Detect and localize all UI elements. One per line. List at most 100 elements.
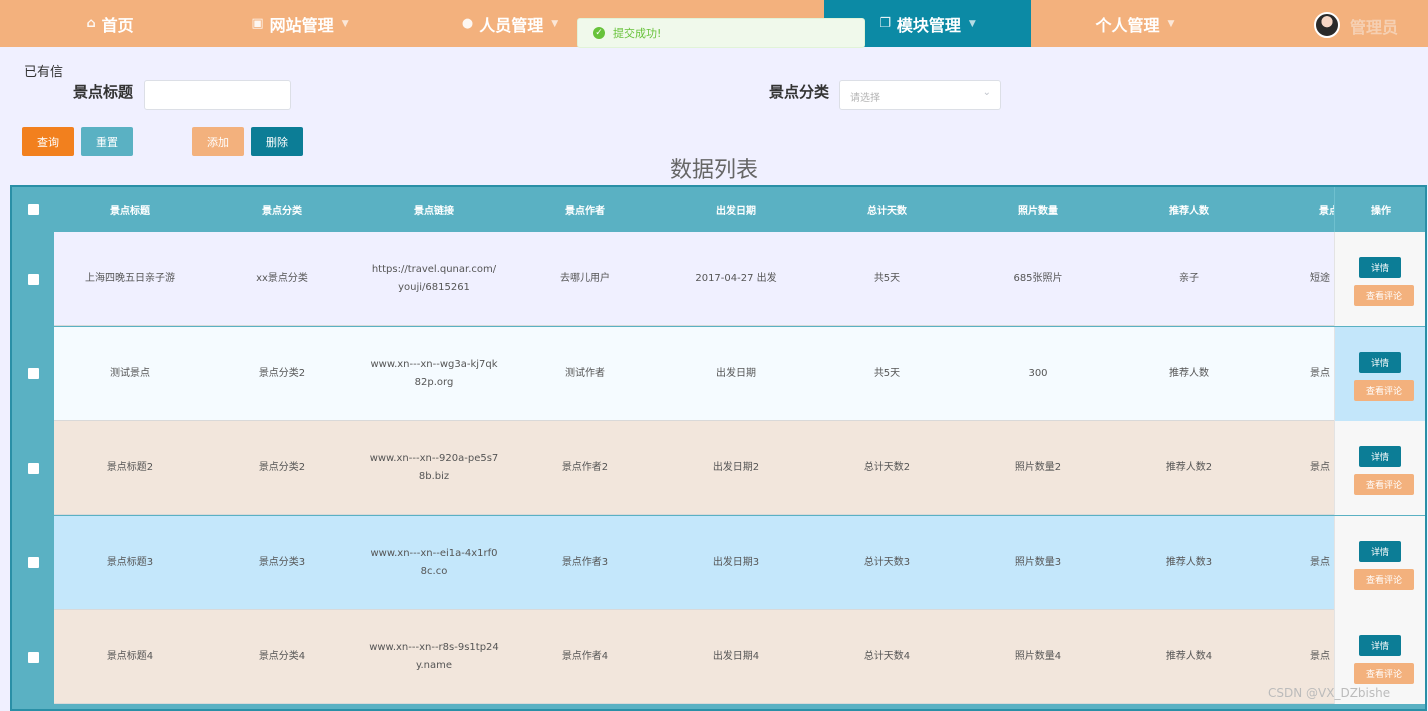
- cell-link: www.xn---xn--ei1a-4x1rf08c.co: [370, 547, 498, 577]
- cell-category: 景点分类4: [258, 651, 306, 662]
- table-row: 景点标题2 景点分类2 www.xn---xn--920a-pe5s78b.biz 景…: [12, 421, 1425, 515]
- cell-category: 景点分类2: [258, 462, 306, 473]
- cell-link: https://travel.qunar.com/youji/6815261: [371, 264, 497, 293]
- cell-photos: 照片数量2: [1014, 462, 1062, 473]
- cell-author: 景点作者2: [561, 462, 609, 473]
- cell-days: 总计天数3: [863, 556, 911, 568]
- check-circle-icon: ✓: [593, 27, 605, 39]
- select-all-checkbox[interactable]: [27, 204, 39, 215]
- view-comments-button[interactable]: 查看评论: [1354, 379, 1414, 401]
- cell-recommend: 推荐人数: [1169, 367, 1209, 379]
- cell-author: 去哪儿用户: [560, 273, 610, 284]
- category-select[interactable]: 请选择 ⌄: [839, 80, 1001, 110]
- cell-extra: 景点: [1310, 556, 1330, 568]
- cell-date: 出发日期: [716, 367, 756, 379]
- view-comments-button[interactable]: 查看评论: [1354, 663, 1414, 684]
- view-comments-button[interactable]: 查看评论: [1354, 285, 1414, 306]
- table-row: 测试景点 景点分类2 www.xn---xn--wg3a-kj7qk82p.org 测…: [12, 326, 1425, 421]
- detail-button[interactable]: 详情: [1359, 446, 1401, 467]
- success-toast: ✓ 提交成功!: [577, 18, 865, 48]
- module-icon: ❐: [879, 16, 891, 31]
- cell-category: 景点分类3: [258, 556, 306, 568]
- row-checkbox[interactable]: [27, 462, 39, 474]
- cell-link: www.xn---xn--wg3a-kj7qk82p.org: [370, 358, 498, 388]
- home-icon: ⌂: [86, 16, 96, 31]
- detail-button[interactable]: 详情: [1359, 635, 1401, 656]
- toast-message: 提交成功!: [613, 27, 662, 40]
- cell-photos: 照片数量4: [1014, 651, 1062, 662]
- cell-photos: 300: [1028, 367, 1048, 379]
- header-date[interactable]: 出发日期: [660, 187, 812, 232]
- view-comments-button[interactable]: 查看评论: [1354, 474, 1414, 495]
- detail-button[interactable]: 详情: [1359, 351, 1401, 373]
- nav-item-label: 人员管理: [479, 15, 544, 35]
- category-placeholder: 请选择: [850, 93, 880, 104]
- cell-title: 上海四晚五日亲子游: [85, 273, 175, 284]
- avatar[interactable]: [1314, 12, 1340, 38]
- cell-title: 景点标题3: [106, 556, 154, 568]
- monitor-icon: ▣: [251, 16, 264, 31]
- data-table: 景点标题 景点分类 景点链接 景点作者 出发日期 总计天数 照片数量 推荐人数 …: [10, 185, 1427, 711]
- title-search-input[interactable]: [144, 80, 291, 110]
- row-checkbox-cell: [12, 326, 54, 421]
- header-photos[interactable]: 照片数量: [962, 187, 1114, 232]
- cell-extra: 短途: [1310, 273, 1330, 284]
- cell-link: www.xn---xn--r8s-9s1tp24y.name: [369, 642, 499, 671]
- cell-title: 景点标题2: [106, 462, 154, 473]
- chevron-down-icon: ▼: [1167, 18, 1175, 29]
- header-operations: 操作: [1334, 187, 1425, 232]
- nav-item-personal[interactable]: 个人管理 ▼: [1070, 0, 1200, 47]
- cell-author: 景点作者4: [561, 651, 609, 662]
- cell-extra: 景点: [1310, 367, 1330, 379]
- header-days[interactable]: 总计天数: [812, 187, 962, 232]
- cell-title: 测试景点: [110, 367, 150, 379]
- header-author[interactable]: 景点作者: [510, 187, 660, 232]
- table-header: 景点标题 景点分类 景点链接 景点作者 出发日期 总计天数 照片数量 推荐人数 …: [12, 187, 1425, 232]
- detail-button[interactable]: 详情: [1359, 540, 1401, 562]
- cell-recommend: 推荐人数2: [1165, 462, 1213, 473]
- row-checkbox[interactable]: [27, 273, 39, 285]
- corner-text: 已有信: [24, 65, 64, 80]
- cell-days: 共5天: [873, 367, 901, 379]
- row-checkbox[interactable]: [27, 651, 39, 663]
- cell-date: 出发日期4: [712, 651, 760, 662]
- title-label: 景点标题: [73, 83, 134, 101]
- cell-extra: 景点: [1310, 462, 1330, 473]
- table-row: 上海四晚五日亲子游 xx景点分类 https://travel.qunar.com/…: [12, 232, 1425, 326]
- table-row: 景点标题4 景点分类4 www.xn---xn--r8s-9s1tp24y.name…: [12, 610, 1425, 704]
- nav-item-label: 个人管理: [1095, 15, 1160, 35]
- cell-link: www.xn---xn--920a-pe5s78b.biz: [369, 453, 499, 482]
- cell-photos: 685张照片: [1013, 273, 1063, 284]
- chevron-down-icon: ▼: [551, 18, 559, 29]
- admin-name[interactable]: 管理员: [1350, 14, 1398, 38]
- header-link[interactable]: 景点链接: [358, 187, 510, 232]
- cell-days: 共5天: [873, 273, 901, 284]
- user-icon: ●: [461, 16, 474, 31]
- nav-item-website[interactable]: ▣ 网站管理 ▼: [230, 0, 370, 47]
- detail-button[interactable]: 详情: [1359, 257, 1401, 278]
- chevron-down-icon: ▼: [968, 18, 976, 29]
- category-label: 景点分类: [769, 83, 830, 101]
- view-comments-button[interactable]: 查看评论: [1354, 568, 1414, 590]
- row-checkbox[interactable]: [27, 368, 39, 379]
- header-recommend[interactable]: 推荐人数: [1114, 187, 1264, 232]
- chevron-down-icon: ⌄: [982, 87, 991, 98]
- cell-author: 测试作者: [565, 367, 605, 379]
- nav-item-home[interactable]: ⌂ 首页: [40, 0, 180, 47]
- header-category[interactable]: 景点分类: [206, 187, 358, 232]
- cell-days: 总计天数2: [863, 462, 911, 473]
- cell-category: 景点分类2: [258, 367, 306, 379]
- cell-recommend: 推荐人数4: [1165, 651, 1213, 662]
- nav-item-personnel[interactable]: ● 人员管理 ▼: [440, 0, 580, 47]
- row-checkbox-cell: [12, 610, 54, 704]
- cell-author: 景点作者3: [561, 556, 609, 568]
- chevron-down-icon: ▼: [341, 18, 349, 29]
- row-operations: 详情查看评论: [1334, 232, 1425, 326]
- header-title[interactable]: 景点标题: [54, 187, 206, 232]
- cell-photos: 照片数量3: [1014, 556, 1062, 568]
- list-title: 数据列表: [669, 158, 758, 183]
- row-checkbox[interactable]: [27, 557, 39, 568]
- nav-item-label: 模块管理: [896, 15, 961, 35]
- cell-category: xx景点分类: [256, 273, 308, 284]
- cell-date: 2017-04-27 出发: [695, 273, 777, 284]
